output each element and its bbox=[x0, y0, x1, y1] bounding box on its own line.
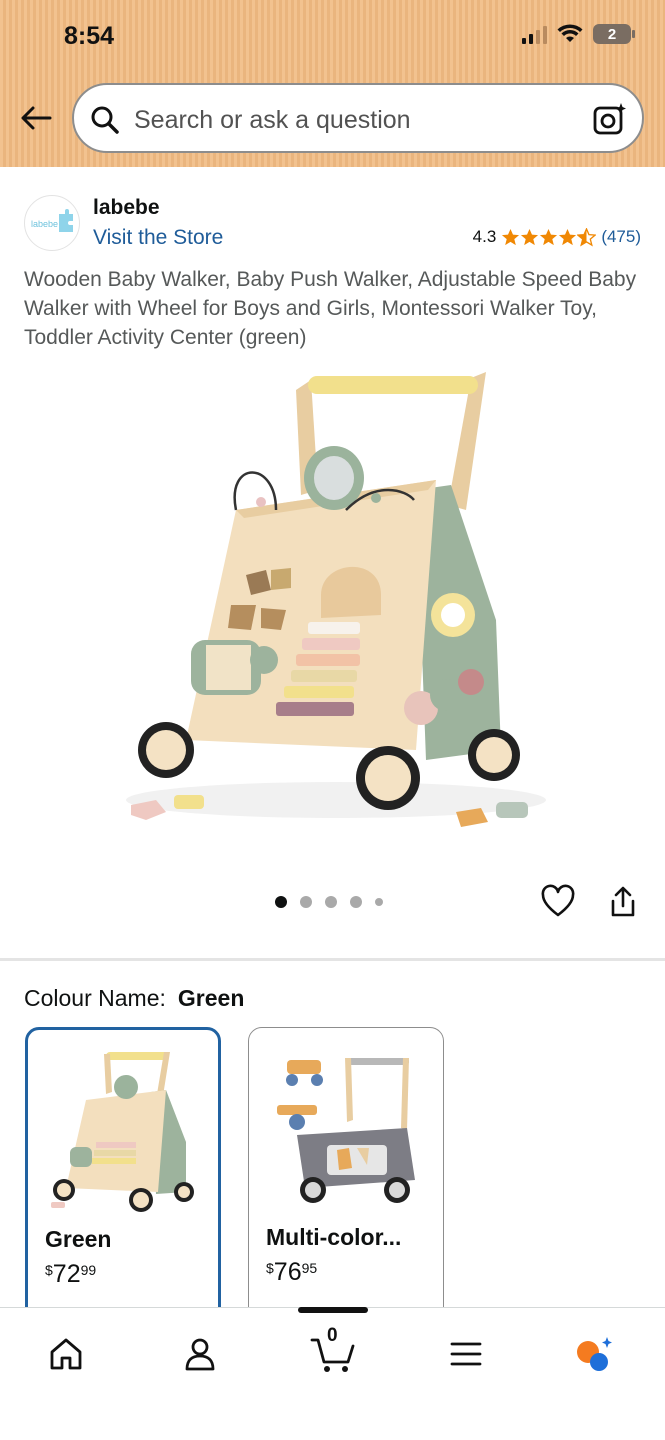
search-placeholder: Search or ask a question bbox=[134, 106, 411, 134]
price-symbol: $ bbox=[45, 1262, 53, 1278]
colour-selected-value: Green bbox=[177, 985, 245, 1011]
status-time: 8:54 bbox=[64, 22, 115, 50]
carousel-dots[interactable] bbox=[275, 896, 383, 908]
variation-option-green[interactable]: Green $ 72 99 bbox=[25, 1027, 221, 1327]
active-tab-indicator bbox=[298, 1307, 368, 1313]
price-cents: 99 bbox=[80, 1262, 97, 1278]
back-arrow-icon[interactable] bbox=[18, 100, 54, 136]
brand-name[interactable]: labebe bbox=[93, 196, 160, 220]
rufus-assistant-icon[interactable] bbox=[574, 1334, 614, 1374]
carousel-dot[interactable] bbox=[350, 896, 362, 908]
account-icon[interactable] bbox=[180, 1334, 220, 1374]
share-icon[interactable] bbox=[606, 884, 640, 920]
menu-icon[interactable] bbox=[446, 1334, 486, 1374]
price-whole: 76 bbox=[273, 1258, 302, 1286]
heart-icon[interactable] bbox=[540, 884, 576, 920]
search-input[interactable]: Search or ask a question bbox=[72, 83, 644, 153]
carousel-dot[interactable] bbox=[325, 896, 337, 908]
half-star-icon bbox=[577, 227, 597, 247]
brand-logo[interactable]: labebe bbox=[24, 195, 80, 251]
carousel-dot[interactable] bbox=[300, 896, 312, 908]
section-divider bbox=[0, 958, 665, 961]
variation-option-multi-color[interactable]: Multi-color... $ 76 95 bbox=[248, 1027, 444, 1327]
visit-store-link[interactable]: Visit the Store bbox=[93, 226, 223, 250]
variation-price: $ 72 99 bbox=[45, 1260, 96, 1289]
variation-price: $ 76 95 bbox=[266, 1258, 317, 1287]
carousel-dot[interactable] bbox=[275, 896, 287, 908]
home-icon[interactable] bbox=[46, 1334, 86, 1374]
header: 8:54 2 Search or ask a question bbox=[0, 0, 665, 167]
price-cents: 95 bbox=[301, 1260, 318, 1276]
product-image[interactable] bbox=[96, 360, 568, 835]
variation-name: Green bbox=[45, 1226, 112, 1252]
product-title: Wooden Baby Walker, Baby Push Walker, Ad… bbox=[24, 268, 637, 349]
rating-count[interactable]: (475) bbox=[601, 227, 641, 247]
variation-image-green bbox=[36, 1042, 212, 1218]
svg-text:labebe: labebe bbox=[31, 219, 58, 229]
star-icon bbox=[559, 228, 577, 245]
star-icon bbox=[521, 228, 539, 245]
price-whole: 72 bbox=[52, 1260, 81, 1288]
carousel-dot[interactable] bbox=[375, 898, 383, 906]
colour-label-text: Colour Name: bbox=[24, 985, 166, 1011]
signal-icon bbox=[522, 24, 547, 44]
variation-name: Multi-color... bbox=[266, 1224, 402, 1250]
star-icon bbox=[502, 228, 520, 245]
cart-count: 0 bbox=[327, 1325, 338, 1346]
star-rating bbox=[501, 227, 597, 247]
brand-logo-image: labebe bbox=[31, 209, 73, 232]
price-symbol: $ bbox=[266, 1260, 274, 1276]
battery-icon: 2 bbox=[593, 24, 635, 44]
camera-lens-icon[interactable] bbox=[592, 101, 628, 137]
star-icon bbox=[540, 228, 558, 245]
rating-value: 4.3 bbox=[472, 227, 497, 246]
status-icons: 2 bbox=[522, 24, 635, 44]
variation-image-multi-color bbox=[257, 1040, 433, 1216]
wifi-icon bbox=[557, 24, 583, 42]
search-icon bbox=[91, 106, 119, 134]
rating[interactable]: 4.3 (475) bbox=[473, 227, 641, 247]
colour-label: Colour Name: Green bbox=[24, 985, 244, 1012]
